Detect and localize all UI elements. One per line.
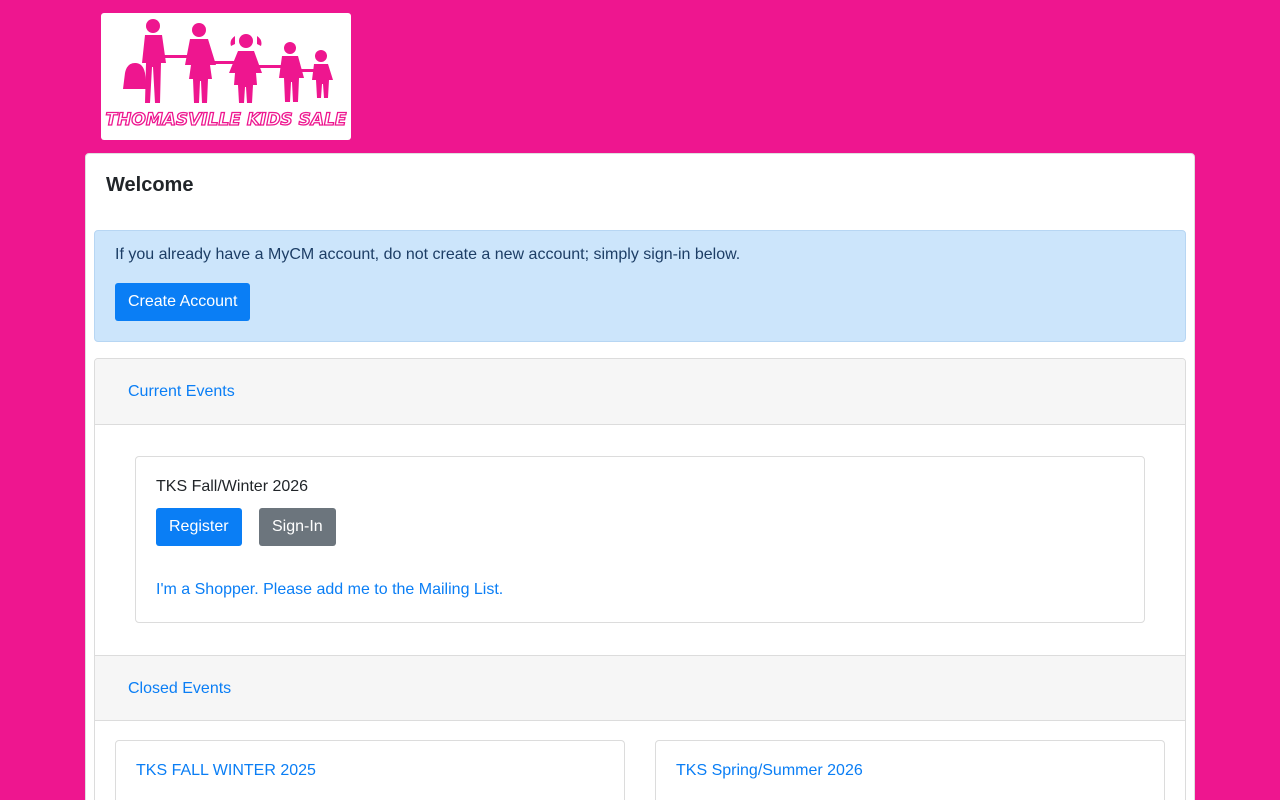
closed-events-toggle[interactable]: Closed Events [128,680,231,698]
site-logo[interactable]: THOMASVILLE KIDS SALE [101,13,351,140]
closed-event-link[interactable]: TKS Spring/Summer 2026 [676,762,863,780]
sign-in-button[interactable]: Sign-In [259,508,336,546]
mailing-list-link[interactable]: I'm a Shopper. Please add me to the Mail… [156,581,503,599]
event-title: TKS Fall/Winter 2026 [156,478,309,495]
family-silhouette-logo: THOMASVILLE KIDS SALE [105,19,347,131]
closed-events-header[interactable]: Closed Events [95,655,1185,721]
register-button[interactable]: Register [156,508,242,546]
closed-event-card: TKS FALL WINTER 2025 [115,740,625,800]
create-account-button[interactable]: Create Account [115,283,251,321]
current-events-toggle[interactable]: Current Events [128,383,235,401]
closed-event-link[interactable]: TKS FALL WINTER 2025 [136,762,316,780]
alert-message: If you already have a MyCM account, do n… [115,246,741,263]
logo-text: THOMASVILLE KIDS SALE [106,110,347,130]
current-events-header[interactable]: Current Events [95,359,1185,425]
welcome-card: Welcome If you already have a MyCM accou… [85,153,1195,800]
events-accordion: Current Events TKS Fall/Winter 2026 Regi… [94,358,1186,800]
page-title: Welcome [106,174,194,196]
closed-event-card: TKS Spring/Summer 2026 [655,740,1165,800]
info-alert: If you already have a MyCM account, do n… [94,230,1186,342]
event-card: TKS Fall/Winter 2026 Register Sign-In I'… [135,456,1145,623]
